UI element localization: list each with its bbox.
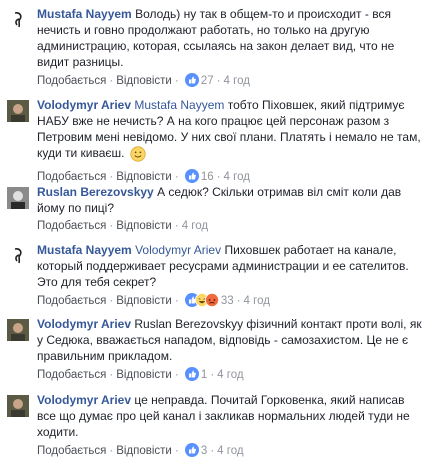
reply-link[interactable]: Відповісти	[116, 171, 172, 183]
comment-author[interactable]: Volodymyr Ariev	[37, 393, 131, 407]
reaction-count[interactable]: 33	[221, 295, 234, 307]
comment-time[interactable]: 4 год	[182, 220, 208, 232]
angry-face-icon	[204, 293, 219, 307]
avatar-sketch-icon	[7, 245, 29, 267]
comment-author[interactable]: Mustafa Nayyem	[37, 243, 132, 257]
comment-thread: Mustafa Nayyem Володь) ну так в общем-то…	[0, 0, 437, 468]
like-link[interactable]: Подобається	[37, 369, 106, 381]
comment-author[interactable]: Ruslan Berezovskyy	[37, 185, 154, 199]
reactions-summary[interactable]	[184, 443, 199, 461]
comment-text: Volodymyr Ariev Ruslan Berezovskyy фізич…	[37, 316, 425, 364]
comment-text: Volodymyr Ariev Mustafa Nayyem тобто Піх…	[37, 97, 425, 166]
comment-text: Ruslan Berezovskyy А седюк? Скільки отри…	[37, 184, 425, 216]
comment-author[interactable]: Volodymyr Ariev	[37, 317, 131, 331]
comment-time[interactable]: 4 год	[224, 171, 250, 183]
comment-text: Mustafa Nayyem Володь) ну так в общем-то…	[37, 6, 425, 70]
thumbs-up-icon	[184, 73, 199, 87]
like-link[interactable]: Подобається	[37, 295, 106, 307]
comment-time[interactable]: 4 год	[244, 295, 270, 307]
comment-actions: Подобається · Відповісти · 33 · 4 год	[37, 293, 425, 311]
like-link[interactable]: Подобається	[37, 220, 106, 232]
comment-time[interactable]: 4 год	[217, 369, 243, 381]
avatar-photo-icon	[7, 319, 29, 341]
comment-actions: Подобається · Відповісти · 27 · 4 год	[37, 73, 425, 91]
comment-author[interactable]: Volodymyr Ariev	[37, 98, 131, 112]
avatar[interactable]	[7, 319, 29, 341]
like-link[interactable]: Подобається	[37, 171, 106, 183]
like-link[interactable]: Подобається	[37, 445, 106, 457]
avatar-sketch-icon	[7, 9, 29, 31]
comment-time[interactable]: 4 год	[217, 445, 243, 457]
reply-link[interactable]: Відповісти	[116, 75, 172, 87]
thumbs-up-icon	[184, 367, 199, 381]
comment-actions: Подобається · Відповісти · 1 · 4 год	[37, 367, 425, 385]
avatar[interactable]	[7, 9, 29, 31]
thumbs-up-icon	[184, 169, 199, 183]
reply-link[interactable]: Відповісти	[116, 369, 172, 381]
avatar[interactable]	[7, 395, 29, 417]
avatar-photo-icon	[7, 395, 29, 417]
thumbs-up-icon	[184, 443, 199, 457]
mention-link[interactable]: Volodymyr Ariev	[135, 243, 221, 257]
avatar-photo-icon	[7, 187, 29, 209]
smiley-face-icon	[130, 146, 146, 166]
avatar[interactable]	[7, 245, 29, 267]
avatar-photo-icon	[7, 100, 29, 122]
reply-link[interactable]: Відповісти	[116, 295, 172, 307]
reaction-count[interactable]: 27	[201, 75, 214, 87]
comment-actions: Подобається · Відповісти · 3 · 4 год	[37, 443, 425, 461]
reactions-summary[interactable]	[184, 73, 199, 91]
reply-link[interactable]: Відповісти	[116, 220, 172, 232]
reply-link[interactable]: Відповісти	[116, 445, 172, 457]
like-link[interactable]: Подобається	[37, 75, 106, 87]
avatar[interactable]	[7, 100, 29, 122]
avatar[interactable]	[7, 187, 29, 209]
reaction-count[interactable]: 16	[201, 171, 214, 183]
comment-text: Volodymyr Ariev це неправда. Почитай Гор…	[37, 392, 425, 440]
comment-text: Mustafa Nayyem Volodymyr Ariev Пиховшек …	[37, 242, 425, 290]
reactions-summary[interactable]	[184, 293, 219, 311]
mention-link[interactable]: Mustafa Nayyem	[134, 98, 224, 112]
comment-author[interactable]: Mustafa Nayyem	[37, 7, 132, 21]
comment-time[interactable]: 4 год	[224, 75, 250, 87]
comment-actions: Подобається · Відповісти · 4 год	[37, 220, 209, 232]
reactions-summary[interactable]	[184, 367, 199, 385]
